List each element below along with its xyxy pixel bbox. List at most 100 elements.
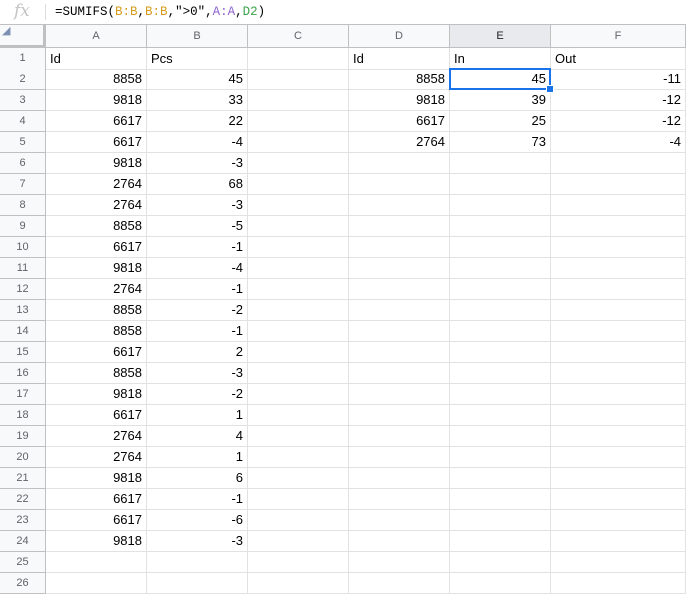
cell-a17[interactable]: 9818 <box>46 384 147 405</box>
cell-a16[interactable]: 8858 <box>46 363 147 384</box>
cell-b14[interactable]: -1 <box>147 321 248 342</box>
cell-c15[interactable] <box>248 342 349 363</box>
cell-f13[interactable] <box>551 300 686 321</box>
cell-a3[interactable]: 9818 <box>46 90 147 111</box>
cell-b20[interactable]: 1 <box>147 447 248 468</box>
cell-a10[interactable]: 6617 <box>46 237 147 258</box>
cell-b16[interactable]: -3 <box>147 363 248 384</box>
cell-c17[interactable] <box>248 384 349 405</box>
cell-f10[interactable] <box>551 237 686 258</box>
cell-b22[interactable]: -1 <box>147 489 248 510</box>
cell-b6[interactable]: -3 <box>147 153 248 174</box>
cell-b13[interactable]: -2 <box>147 300 248 321</box>
row-header-26[interactable]: 26 <box>0 573 46 594</box>
cell-a21[interactable]: 9818 <box>46 468 147 489</box>
cell-e21[interactable] <box>450 468 551 489</box>
cell-a20[interactable]: 2764 <box>46 447 147 468</box>
cell-d15[interactable] <box>349 342 450 363</box>
row-header-16[interactable]: 16 <box>0 363 46 384</box>
cell-a11[interactable]: 9818 <box>46 258 147 279</box>
row-header-19[interactable]: 19 <box>0 426 46 447</box>
cell-b4[interactable]: 22 <box>147 111 248 132</box>
cell-b8[interactable]: -3 <box>147 195 248 216</box>
cell-a18[interactable]: 6617 <box>46 405 147 426</box>
cell-f26[interactable] <box>551 573 686 594</box>
cell-d1[interactable]: Id <box>349 48 450 70</box>
cell-b12[interactable]: -1 <box>147 279 248 300</box>
cell-e12[interactable] <box>450 279 551 300</box>
cell-a25[interactable] <box>46 552 147 573</box>
row-header-14[interactable]: 14 <box>0 321 46 342</box>
cell-f19[interactable] <box>551 426 686 447</box>
cell-f5[interactable]: -4 <box>551 132 686 153</box>
row-header-9[interactable]: 9 <box>0 216 46 237</box>
fill-handle[interactable] <box>546 85 554 93</box>
cell-e22[interactable] <box>450 489 551 510</box>
cell-c1[interactable] <box>248 48 349 70</box>
cell-b17[interactable]: -2 <box>147 384 248 405</box>
cell-d14[interactable] <box>349 321 450 342</box>
cell-c25[interactable] <box>248 552 349 573</box>
row-header-23[interactable]: 23 <box>0 510 46 531</box>
cell-c7[interactable] <box>248 174 349 195</box>
cell-a22[interactable]: 6617 <box>46 489 147 510</box>
cell-c14[interactable] <box>248 321 349 342</box>
cell-c4[interactable] <box>248 111 349 132</box>
cell-c16[interactable] <box>248 363 349 384</box>
row-header-21[interactable]: 21 <box>0 468 46 489</box>
cell-e24[interactable] <box>450 531 551 552</box>
cell-f1[interactable]: Out <box>551 48 686 70</box>
cell-d25[interactable] <box>349 552 450 573</box>
cell-a7[interactable]: 2764 <box>46 174 147 195</box>
cell-a1[interactable]: Id <box>46 48 147 70</box>
row-header-18[interactable]: 18 <box>0 405 46 426</box>
row-header-10[interactable]: 10 <box>0 237 46 258</box>
cell-f9[interactable] <box>551 216 686 237</box>
cell-d18[interactable] <box>349 405 450 426</box>
cell-f21[interactable] <box>551 468 686 489</box>
cell-b2[interactable]: 45 <box>147 69 248 90</box>
cell-f3[interactable]: -12 <box>551 90 686 111</box>
select-all-corner[interactable]: ◢ <box>0 25 46 48</box>
cell-e1[interactable]: In <box>450 48 551 70</box>
cell-e2[interactable]: 45 <box>450 69 551 90</box>
column-header-c[interactable]: C <box>248 25 349 48</box>
cell-f6[interactable] <box>551 153 686 174</box>
cell-e10[interactable] <box>450 237 551 258</box>
cell-d20[interactable] <box>349 447 450 468</box>
cell-a14[interactable]: 8858 <box>46 321 147 342</box>
row-header-8[interactable]: 8 <box>0 195 46 216</box>
cell-a4[interactable]: 6617 <box>46 111 147 132</box>
cell-a15[interactable]: 6617 <box>46 342 147 363</box>
cell-f22[interactable] <box>551 489 686 510</box>
cell-d5[interactable]: 2764 <box>349 132 450 153</box>
cell-e26[interactable] <box>450 573 551 594</box>
cell-c22[interactable] <box>248 489 349 510</box>
cell-b21[interactable]: 6 <box>147 468 248 489</box>
cell-f7[interactable] <box>551 174 686 195</box>
cell-a19[interactable]: 2764 <box>46 426 147 447</box>
cell-f8[interactable] <box>551 195 686 216</box>
cell-d6[interactable] <box>349 153 450 174</box>
cell-e8[interactable] <box>450 195 551 216</box>
cell-b23[interactable]: -6 <box>147 510 248 531</box>
cell-a9[interactable]: 8858 <box>46 216 147 237</box>
cell-e25[interactable] <box>450 552 551 573</box>
cell-d13[interactable] <box>349 300 450 321</box>
cell-d8[interactable] <box>349 195 450 216</box>
cell-a6[interactable]: 9818 <box>46 153 147 174</box>
column-header-a[interactable]: A <box>46 25 147 48</box>
cell-c10[interactable] <box>248 237 349 258</box>
cell-c23[interactable] <box>248 510 349 531</box>
column-header-d[interactable]: D <box>349 25 450 48</box>
cell-d26[interactable] <box>349 573 450 594</box>
cell-b11[interactable]: -4 <box>147 258 248 279</box>
cell-c24[interactable] <box>248 531 349 552</box>
cell-e16[interactable] <box>450 363 551 384</box>
cell-d23[interactable] <box>349 510 450 531</box>
cell-b19[interactable]: 4 <box>147 426 248 447</box>
cell-b24[interactable]: -3 <box>147 531 248 552</box>
cell-f20[interactable] <box>551 447 686 468</box>
cell-d24[interactable] <box>349 531 450 552</box>
cell-e6[interactable] <box>450 153 551 174</box>
